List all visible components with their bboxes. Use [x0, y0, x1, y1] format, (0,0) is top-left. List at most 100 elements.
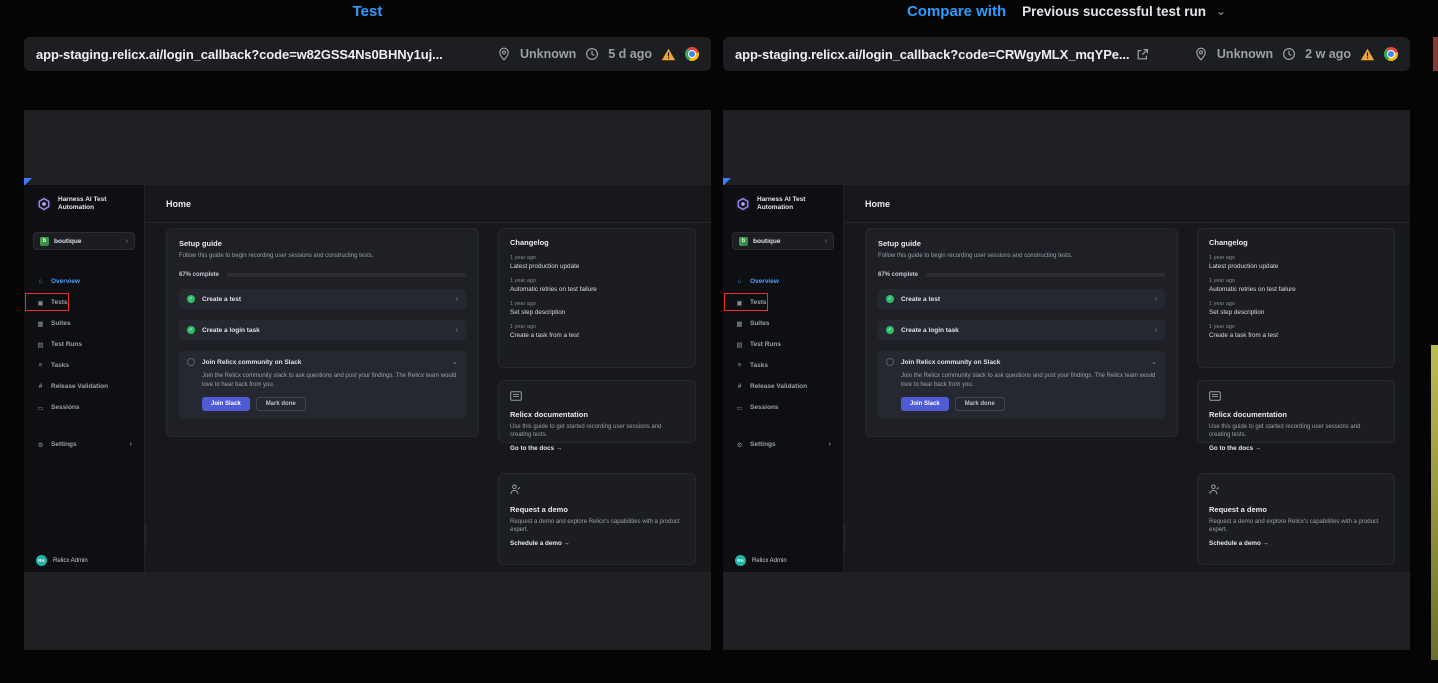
documentation-card: Relicx documentation Use this guide to g… [498, 380, 696, 443]
nav-label: Suites [750, 320, 770, 327]
compare-run-value: Previous successful test run [1022, 4, 1206, 19]
user-account[interactable]: RA Relicx Admin [36, 555, 88, 566]
nav-label: Tasks [750, 362, 768, 369]
demo-text: Request a demo and explore Relicx's capa… [510, 518, 684, 535]
overview-icon: ⌂ [735, 278, 744, 285]
changelog-card: Changelog 1 year ago Latest production u… [498, 228, 696, 368]
external-link-icon[interactable] [1136, 48, 1149, 61]
sidebar-item-sessions[interactable]: ▭ Sessions [24, 397, 144, 418]
changelog-text: Create a task from a test [1209, 332, 1383, 339]
user-name: Relicx Admin [752, 558, 787, 564]
project-selector[interactable]: b boutique › [732, 232, 834, 250]
sidebar-item-release-validation[interactable]: # Release Validation [723, 376, 843, 397]
checklist-label: Create a login task [901, 327, 1148, 334]
age-label: 2 w ago [1305, 47, 1351, 61]
app-main: Home Setup guide Follow this guide to be… [146, 185, 711, 572]
sidebar-item-settings[interactable]: ⚙ Settings › [723, 434, 843, 455]
changelog-time: 1 year ago [510, 278, 684, 284]
project-selector[interactable]: b boutique › [33, 232, 135, 250]
docs-title: Relicx documentation [1209, 410, 1383, 419]
checklist-item-create-test[interactable]: ✓ Create a test › [878, 289, 1165, 309]
suites-icon: ▦ [735, 320, 744, 328]
sidebar-item-suites[interactable]: ▦ Suites [24, 313, 144, 334]
avatar: RA [735, 555, 746, 566]
sidebar-item-test-runs[interactable]: ▤ Test Runs [24, 334, 144, 355]
setup-guide-card: Setup guide Follow this guide to begin r… [865, 228, 1178, 437]
checklist-item-create-login-task[interactable]: ✓ Create a login task › [179, 320, 466, 340]
go-to-docs-link[interactable]: Go to the docs → [1209, 445, 1383, 452]
demo-text: Request a demo and explore Relicx's capa… [1209, 518, 1383, 535]
tests-icon: ▣ [36, 299, 45, 307]
project-icon: b [40, 237, 49, 246]
progress-bar [926, 273, 1165, 277]
avatar: RA [36, 555, 47, 566]
right-url-bar: app-staging.relicx.ai/login_callback?cod… [723, 37, 1410, 71]
setup-progress: 67% complete [878, 272, 1165, 278]
join-slack-button[interactable]: Join Slack [901, 397, 949, 411]
user-account[interactable]: RA Relicx Admin [735, 555, 787, 566]
changelog-title: Changelog [1209, 238, 1383, 247]
settings-gear-icon: ⚙ [36, 441, 45, 449]
checklist-item-join-slack[interactable]: Join Relicx community on Slack ⌄ Join th… [179, 351, 466, 418]
warning-icon [661, 48, 676, 61]
changelog-time: 1 year ago [1209, 255, 1383, 261]
page-title: Home [865, 199, 890, 209]
setup-checklist: ✓ Create a test › ✓ Create a login task … [878, 289, 1165, 418]
checklist-item-create-login-task[interactable]: ✓ Create a login task › [878, 320, 1165, 340]
sidebar-item-tests[interactable]: ▣ Tests [24, 292, 144, 313]
chevron-down-icon: ⌄ [1151, 358, 1157, 366]
chevron-down-icon: ⌄ [452, 358, 458, 366]
nav-label: Test Runs [51, 341, 82, 348]
sidebar-item-overview[interactable]: ⌂ Overview [24, 271, 144, 292]
right-screenshot-panel: Harness AI Test Automation b boutique › … [723, 110, 1410, 650]
sidebar-item-tasks[interactable]: ≡ Tasks [24, 355, 144, 376]
nav-label: Suites [51, 320, 71, 327]
changelog-entry: 1 year ago Set step description [510, 301, 684, 316]
location-label: Unknown [1217, 47, 1273, 61]
slack-description: Join the Relicx community slack to ask q… [187, 372, 458, 390]
chevron-right-icon: › [456, 296, 458, 303]
sidebar-item-settings[interactable]: ⚙ Settings › [24, 434, 144, 455]
setup-checklist: ✓ Create a test › ✓ Create a login task … [179, 289, 466, 418]
test-runs-icon: ▤ [36, 341, 45, 349]
check-icon: ✓ [886, 295, 894, 303]
nav-label: Sessions [750, 404, 779, 411]
progress-bar [227, 273, 466, 277]
join-slack-button[interactable]: Join Slack [202, 397, 250, 411]
checklist-item-join-slack[interactable]: Join Relicx community on Slack ⌄ Join th… [878, 351, 1165, 418]
changelog-entry: 1 year ago Automatic retries on test fai… [510, 278, 684, 293]
sidebar-item-overview[interactable]: ⌂ Overview [723, 271, 843, 292]
unchecked-circle-icon [187, 358, 195, 366]
schedule-demo-link[interactable]: Schedule a demo → [1209, 540, 1383, 547]
checklist-item-create-test[interactable]: ✓ Create a test › [179, 289, 466, 309]
changelog-entry: 1 year ago Latest production update [1209, 255, 1383, 270]
overview-icon: ⌂ [36, 278, 45, 285]
checklist-label: Join Relicx community on Slack [202, 359, 445, 366]
mark-done-button[interactable]: Mark done [256, 397, 306, 411]
sidebar-item-test-runs[interactable]: ▤ Test Runs [723, 334, 843, 355]
demo-title: Request a demo [1209, 505, 1383, 514]
check-icon: ✓ [886, 326, 894, 334]
test-runs-icon: ▤ [735, 341, 744, 349]
go-to-docs-link[interactable]: Go to the docs → [510, 445, 684, 452]
left-url[interactable]: app-staging.relicx.ai/login_callback?cod… [36, 47, 443, 62]
checklist-label: Create a test [901, 296, 1148, 303]
checklist-label: Create a test [202, 296, 449, 303]
tests-icon: ▣ [735, 299, 744, 307]
sidebar-item-tasks[interactable]: ≡ Tasks [723, 355, 843, 376]
sidebar-item-tests[interactable]: ▣ Tests [723, 292, 843, 313]
sidebar-item-sessions[interactable]: ▭ Sessions [723, 397, 843, 418]
sidebar-item-suites[interactable]: ▦ Suites [723, 313, 843, 334]
setup-progress: 67% complete [179, 272, 466, 278]
changelog-title: Changelog [510, 238, 684, 247]
changelog-text: Latest production update [1209, 263, 1383, 270]
right-url[interactable]: app-staging.relicx.ai/login_callback?cod… [735, 47, 1129, 62]
sessions-icon: ▭ [36, 404, 45, 412]
compare-run-selector[interactable]: Previous successful test run ⌄ [1022, 4, 1226, 19]
docs-title: Relicx documentation [510, 410, 684, 419]
nav-label: Test Runs [750, 341, 781, 348]
mark-done-button[interactable]: Mark done [955, 397, 1005, 411]
chevron-right-icon: › [829, 441, 831, 448]
sidebar-item-release-validation[interactable]: # Release Validation [24, 376, 144, 397]
schedule-demo-link[interactable]: Schedule a demo → [510, 540, 684, 547]
